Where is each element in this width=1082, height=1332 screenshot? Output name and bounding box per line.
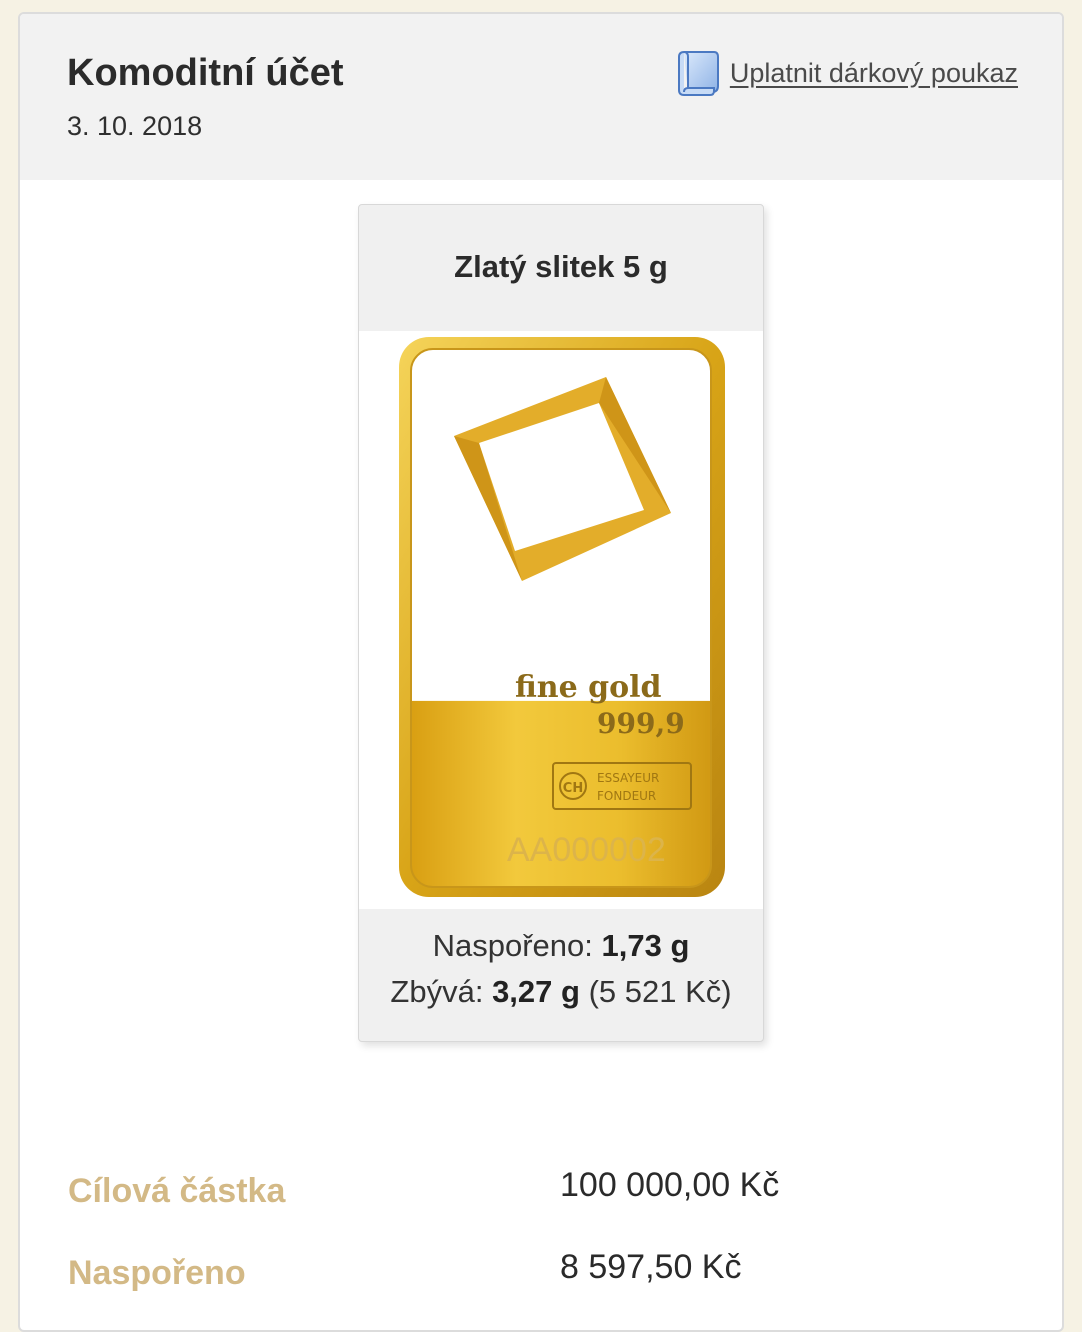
- gold-bar-card[interactable]: Zlatý slitek 5 g fine gold 999,9 CH ESSA…: [358, 204, 764, 1042]
- remaining-amount: (5 521 Kč): [588, 974, 732, 1009]
- saved-amount-value: 8 597,50 Kč: [560, 1248, 742, 1286]
- saved-grams-label: Naspořeno:: [432, 928, 593, 963]
- page-title: Komoditní účet: [67, 52, 344, 94]
- target-amount-value: 100 000,00 Kč: [560, 1166, 780, 1204]
- remaining-grams-value: 3,27 g: [492, 974, 580, 1009]
- saved-grams-line: Naspořeno: 1,73 g: [359, 923, 763, 969]
- commodity-account-panel: Komoditní účet 3. 10. 2018 Uplatnit dárk…: [18, 12, 1064, 1332]
- gold-bar-graphic: fine gold 999,9 CH ESSAYEUR FONDEUR AA00…: [399, 337, 725, 897]
- remaining-grams-label: Zbývá:: [390, 974, 484, 1009]
- purity-text: 999,9: [597, 707, 685, 740]
- target-amount-label: Cílová částka: [68, 1172, 286, 1210]
- serial-number: AA000002: [507, 831, 666, 869]
- remaining-grams-line: Zbývá: 3,27 g (5 521 Kč): [359, 969, 763, 1015]
- target-amount-row: Cílová částka 100 000,00 Kč: [68, 1166, 1028, 1222]
- saved-amount-label: Naspořeno: [68, 1254, 246, 1292]
- card-stats: Naspořeno: 1,73 g Zbývá: 3,27 g (5 521 K…: [359, 923, 763, 1015]
- stamp-country: CH: [563, 781, 583, 796]
- panel-header: Komoditní účet 3. 10. 2018 Uplatnit dárk…: [20, 14, 1062, 180]
- saved-amount-row: Naspořeno 8 597,50 Kč: [68, 1248, 1028, 1304]
- stamp-line2: FONDEUR: [597, 789, 656, 803]
- card-title: Zlatý slitek 5 g: [454, 249, 668, 284]
- saved-grams-value: 1,73 g: [601, 928, 690, 963]
- fine-gold-text: fine gold: [515, 670, 662, 705]
- gold-bar-image: fine gold 999,9 CH ESSAYEUR FONDEUR AA00…: [359, 331, 763, 909]
- voucher-scroll-icon: [677, 51, 719, 96]
- account-date: 3. 10. 2018: [67, 111, 203, 141]
- stamp-line1: ESSAYEUR: [597, 771, 659, 785]
- voucher-link-label[interactable]: Uplatnit dárkový poukaz: [730, 58, 1018, 89]
- redeem-voucher-link[interactable]: Uplatnit dárkový poukaz: [676, 48, 1018, 98]
